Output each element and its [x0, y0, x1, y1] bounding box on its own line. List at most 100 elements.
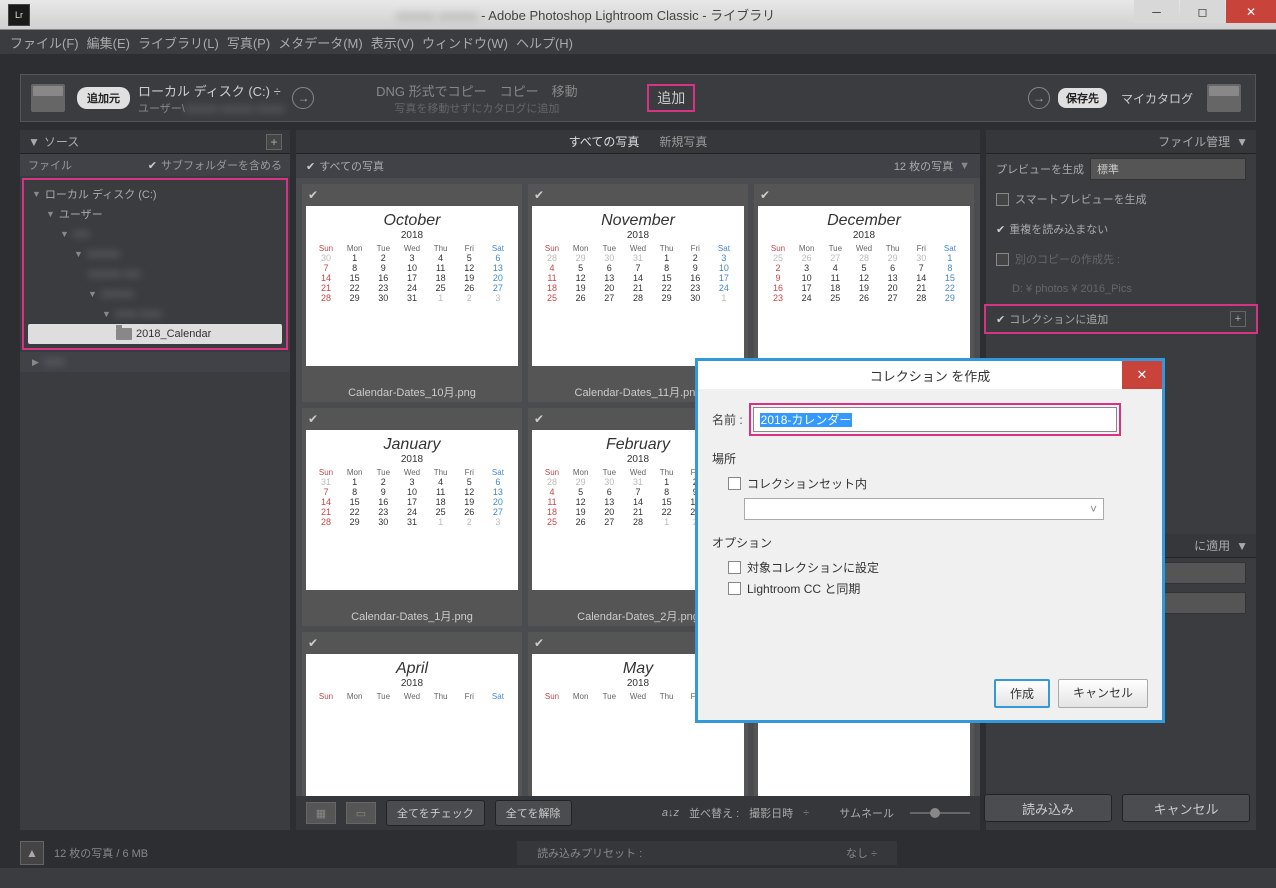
- thumbnail[interactable]: ✔April2018SunMonTueWedThuFriSatCalendar-…: [302, 632, 522, 796]
- tree-row[interactable]: ▼xxxxxx: [28, 284, 282, 304]
- inside-set-checkbox[interactable]: [728, 477, 741, 490]
- calendar-preview: October2018SunMonTueWedThuFriSat30123456…: [306, 206, 518, 366]
- chevron-down-icon[interactable]: ▼: [959, 160, 970, 172]
- tree-disk[interactable]: ▼ローカル ディスク (C:): [28, 184, 282, 204]
- cancel-button[interactable]: キャンセル: [1122, 794, 1250, 822]
- second-copy-checkbox[interactable]: [996, 253, 1009, 266]
- no-duplicates-checkbox[interactable]: ✔: [996, 223, 1005, 236]
- tree-row[interactable]: ▼xxx: [28, 224, 282, 244]
- add-to-collection-row[interactable]: ✔コレクションに追加+: [984, 304, 1258, 334]
- save-to-button[interactable]: 保存先: [1058, 88, 1107, 108]
- uncheck-all-button[interactable]: 全てを解除: [495, 800, 572, 826]
- menu-library[interactable]: ライブラリ(L): [138, 33, 219, 52]
- tree-row[interactable]: ▼xxxx xxxx: [28, 304, 282, 324]
- menu-window[interactable]: ウィンドウ(W): [422, 33, 508, 52]
- sort-value[interactable]: 撮影日時: [749, 805, 793, 821]
- calendar-preview: April2018SunMonTueWedThuFriSat: [306, 654, 518, 796]
- maximize-button[interactable]: ◻: [1180, 0, 1225, 23]
- collection-set-dropdown[interactable]: ˅: [744, 498, 1104, 520]
- tab-new-photos[interactable]: 新規写真: [659, 133, 707, 150]
- thumb-checkbox[interactable]: ✔: [308, 412, 318, 426]
- bottom-toolbar: ▦ ▭ 全てをチェック 全てを解除 a↓z 並べ替え : 撮影日時÷ サムネール: [296, 796, 980, 830]
- hdd-icon-2: [1207, 84, 1241, 112]
- calendar-preview: January2018SunMonTueWedThuFriSat31123456…: [306, 430, 518, 590]
- thumb-filename: Calendar-Dates_10月.png: [306, 384, 518, 400]
- file-management-header[interactable]: ファイル管理▼: [986, 130, 1256, 154]
- arrow-right-icon[interactable]: →: [292, 87, 314, 109]
- include-subfolders-checkbox[interactable]: ✔: [148, 160, 157, 172]
- target-collection-checkbox[interactable]: [728, 561, 741, 574]
- arrow-right-icon-2[interactable]: →: [1028, 87, 1050, 109]
- loupe-view-icon[interactable]: ▭: [346, 802, 376, 824]
- name-label: 名前 :: [712, 411, 743, 428]
- thumb-checkbox[interactable]: ✔: [534, 636, 544, 650]
- center-tabbar: すべての写真 新規写真: [296, 130, 980, 154]
- smart-preview-checkbox[interactable]: [996, 193, 1009, 206]
- folder-tree: ▼ローカル ディスク (C:) ▼ユーザー ▼xxx ▼xxxxxx xxxxx…: [22, 178, 288, 350]
- calendar-preview: November2018SunMonTueWedThuFriSat2829303…: [532, 206, 744, 366]
- add-collection-icon[interactable]: +: [1230, 311, 1246, 327]
- menu-photo[interactable]: 写真(P): [227, 33, 270, 52]
- dialog-close-button[interactable]: ✕: [1122, 361, 1162, 389]
- add-source-icon[interactable]: +: [266, 134, 282, 150]
- collection-name-input[interactable]: 2018-カレンダー: [753, 407, 1117, 432]
- tree-users[interactable]: ▼ユーザー: [28, 204, 282, 224]
- add-from-button[interactable]: 追加元: [77, 87, 130, 109]
- thumb-filename: Calendar-Dates_1月.png: [306, 608, 518, 624]
- minimize-button[interactable]: ─: [1134, 0, 1179, 23]
- create-button[interactable]: 作成: [994, 679, 1050, 708]
- dialog-cancel-button[interactable]: キャンセル: [1058, 679, 1148, 708]
- add-mode-button[interactable]: 追加: [647, 84, 695, 112]
- app-icon: Lr: [8, 4, 30, 26]
- thumbnail[interactable]: ✔ January2018SunMonTueWedThuFriSat3112345…: [302, 408, 522, 626]
- thumb-checkbox[interactable]: ✔: [534, 188, 544, 202]
- copy-options: DNG 形式でコピー コピー 移動 写真を移動せずにカタログに追加: [322, 81, 631, 116]
- menu-help[interactable]: ヘルプ(H): [516, 33, 573, 52]
- thumb-checkbox[interactable]: ✔: [308, 188, 318, 202]
- thumbnail-slider[interactable]: [910, 812, 970, 814]
- tree-collapsed-row[interactable]: ▶xxxx: [20, 352, 290, 372]
- status-bar: ▲ 12 枚の写真 / 6 MB 読み込みプリセット :なし ÷: [0, 838, 1276, 868]
- thumb-checkbox[interactable]: ✔: [308, 636, 318, 650]
- panel-toggle-button[interactable]: ▲: [20, 841, 44, 865]
- close-button[interactable]: ✕: [1226, 0, 1276, 23]
- master-checkbox[interactable]: ✔: [306, 160, 315, 173]
- hdd-icon: [31, 84, 65, 112]
- menu-file[interactable]: ファイル(F): [10, 33, 79, 52]
- photo-count: 12 枚の写真: [894, 158, 953, 174]
- menu-view[interactable]: 表示(V): [371, 33, 414, 52]
- tree-row[interactable]: xxxxxx xxx: [28, 264, 282, 284]
- import-bar: 追加元 ローカル ディスク (C:) ÷ ユーザー\xxxxxx xxxxxx …: [20, 74, 1256, 122]
- calendar-preview: December2018SunMonTueWedThuFriSat2526272…: [758, 206, 970, 366]
- place-section-label: 場所: [712, 450, 1148, 467]
- thumb-checkbox[interactable]: ✔: [534, 412, 544, 426]
- check-all-button[interactable]: 全てをチェック: [386, 800, 485, 826]
- source-header[interactable]: ▼ソース+: [20, 130, 290, 154]
- preview-label: プレビューを生成: [996, 161, 1084, 177]
- sort-label: 並べ替え :: [689, 805, 739, 821]
- tab-all-photos[interactable]: すべての写真: [569, 133, 640, 150]
- thumb-checkbox[interactable]: ✔: [760, 188, 770, 202]
- thumbnail[interactable]: ✔ October2018SunMonTueWedThuFriSat3012345…: [302, 184, 522, 402]
- import-button[interactable]: 読み込み: [984, 794, 1112, 822]
- thumbnail-size-label: サムネール: [839, 805, 894, 821]
- menu-metadata[interactable]: メタデータ(M): [278, 33, 363, 52]
- create-collection-dialog: コレクション を作成✕ 名前 : 2018-カレンダー 場所 コレクションセット…: [695, 358, 1165, 723]
- titlebar: Lr xxxxxx xxxxxx - Adobe Photoshop Light…: [0, 0, 1276, 30]
- preset-bar[interactable]: 読み込みプリセット :なし ÷: [517, 841, 897, 865]
- dialog-title: コレクション を作成✕: [698, 361, 1162, 389]
- tree-selected-folder[interactable]: 2018_Calendar: [28, 324, 282, 344]
- options-section-label: オプション: [712, 534, 1148, 551]
- preview-select[interactable]: 標準: [1090, 158, 1246, 180]
- source-panel: ▼ソース+ ファイル✔サブフォルダーを含める ▼ローカル ディスク (C:) ▼…: [20, 130, 290, 830]
- menu-edit[interactable]: 編集(E): [87, 33, 130, 52]
- sync-cc-checkbox[interactable]: [728, 582, 741, 595]
- status-count: 12 枚の写真 / 6 MB: [54, 845, 148, 861]
- file-label: ファイル: [28, 157, 72, 173]
- window-title: xxxxxx xxxxxx - Adobe Photoshop Lightroo…: [38, 5, 1133, 24]
- catalog-label: マイカタログ: [1121, 90, 1193, 107]
- grid-view-icon[interactable]: ▦: [306, 802, 336, 824]
- all-photos-label: すべての写真: [319, 158, 384, 174]
- source-disk-label[interactable]: ローカル ディスク (C:) ÷ ユーザー\xxxxxx xxxxxx xxxx…: [138, 81, 284, 116]
- tree-row[interactable]: ▼xxxxxx: [28, 244, 282, 264]
